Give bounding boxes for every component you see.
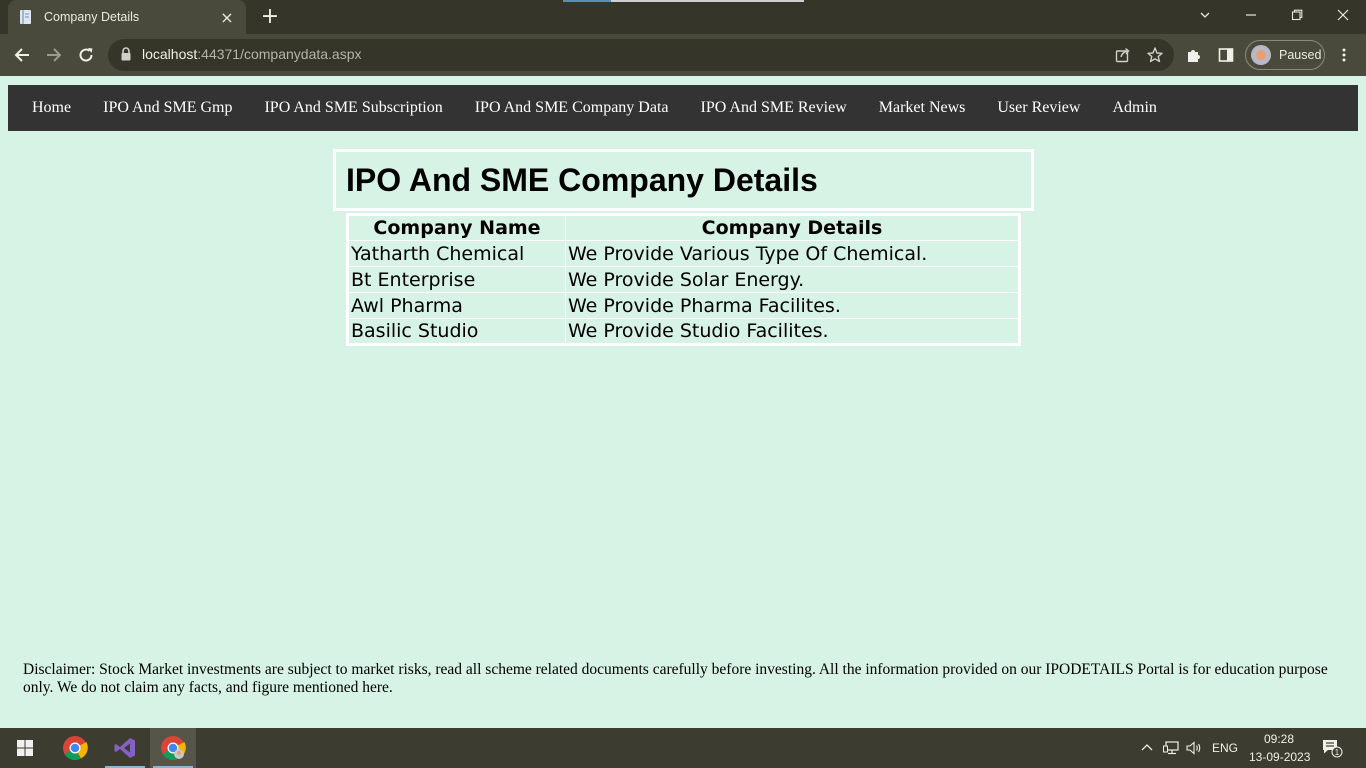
nav-ipo-sme-review[interactable]: IPO And SME Review xyxy=(685,85,863,131)
company-details-table: Company Name Company Details Yatharth Ch… xyxy=(346,213,1021,346)
chrome-profile-taskbar-icon[interactable] xyxy=(150,728,196,768)
avatar xyxy=(1251,45,1271,65)
tab-search-icon[interactable] xyxy=(1182,0,1228,30)
nav-market-news[interactable]: Market News xyxy=(863,85,982,131)
table-row: Basilic Studio We Provide Studio Facilit… xyxy=(347,318,1020,345)
disclaimer-text: Disclaimer: Stock Market investments are… xyxy=(23,661,1328,696)
column-header-company-details: Company Details xyxy=(565,214,1020,241)
company-name-cell: Basilic Studio xyxy=(347,318,566,345)
company-details-cell: We Provide Pharma Facilites. xyxy=(565,292,1020,319)
url-path: :44371/companydata.aspx xyxy=(197,46,362,62)
browser-tab-active[interactable]: Company Details × xyxy=(8,0,246,34)
new-tab-icon[interactable]: + xyxy=(258,4,282,30)
side-panel-icon[interactable] xyxy=(1214,43,1238,67)
chrome-taskbar-icon[interactable] xyxy=(52,728,98,768)
page-icon xyxy=(20,10,31,24)
browser-tabstrip: Company Details × + xyxy=(0,0,1366,34)
forward-arrow-icon[interactable] xyxy=(42,43,66,67)
tab-title: Company Details xyxy=(44,10,140,24)
nav-ipo-sme-company-data[interactable]: IPO And SME Company Data xyxy=(459,85,685,131)
volume-icon[interactable] xyxy=(1183,728,1205,768)
url-text[interactable]: localhost:44371/companydata.aspx xyxy=(142,46,362,62)
table-row: Bt Enterprise We Provide Solar Energy. xyxy=(347,266,1020,293)
network-icon[interactable] xyxy=(1160,728,1182,768)
page-heading-box: IPO And SME Company Details xyxy=(333,149,1034,211)
nav-user-review[interactable]: User Review xyxy=(981,85,1096,131)
back-arrow-icon[interactable] xyxy=(10,43,34,67)
page-title: IPO And SME Company Details xyxy=(346,162,818,198)
browser-menu-icon[interactable] xyxy=(1332,43,1356,67)
column-header-company-name: Company Name xyxy=(347,214,566,241)
company-details-cell: We Provide Studio Facilites. xyxy=(565,318,1020,345)
lock-icon xyxy=(121,47,131,61)
bookmark-star-icon[interactable] xyxy=(1146,46,1164,64)
company-name-cell: Bt Enterprise xyxy=(347,266,566,293)
table-row: Awl Pharma We Provide Pharma Facilites. xyxy=(347,292,1020,319)
nav-ipo-sme-gmp[interactable]: IPO And SME Gmp xyxy=(87,85,248,131)
company-name-cell: Yatharth Chemical xyxy=(347,240,566,267)
notification-count: 1 xyxy=(1335,748,1340,757)
windows-start-icon[interactable] xyxy=(2,728,48,768)
company-name-cell: Awl Pharma xyxy=(347,292,566,319)
tabstrip-accent xyxy=(563,0,611,2)
visual-studio-taskbar-icon[interactable] xyxy=(102,728,148,768)
tabstrip-accent-light xyxy=(611,0,804,2)
tray-overflow-chevron-icon[interactable] xyxy=(1136,728,1158,768)
restore-icon[interactable] xyxy=(1274,0,1320,30)
minimize-icon[interactable] xyxy=(1228,0,1274,30)
address-bar[interactable]: localhost:44371/companydata.aspx xyxy=(108,39,1174,71)
language-indicator[interactable]: ENG xyxy=(1212,741,1238,755)
url-host: localhost xyxy=(142,46,198,62)
profile-status: Paused xyxy=(1279,48,1322,62)
nav-home[interactable]: Home xyxy=(16,85,87,131)
table-row: Yatharth Chemical We Provide Various Typ… xyxy=(347,240,1020,267)
tab-close-icon[interactable]: × xyxy=(218,8,236,27)
extensions-puzzle-icon[interactable] xyxy=(1182,43,1206,67)
nav-ipo-sme-subscription[interactable]: IPO And SME Subscription xyxy=(248,85,458,131)
reload-icon[interactable] xyxy=(74,43,98,67)
share-icon[interactable] xyxy=(1114,46,1132,64)
table-header-row: Company Name Company Details xyxy=(347,214,1020,241)
company-details-cell: We Provide Solar Energy. xyxy=(565,266,1020,293)
browser-toolbar: localhost:44371/companydata.aspx Paused xyxy=(0,34,1366,76)
clock-date[interactable]: 13-09-2023 xyxy=(1249,750,1310,764)
site-nav: Home IPO And SME Gmp IPO And SME Subscri… xyxy=(8,85,1358,131)
profile-button[interactable]: Paused xyxy=(1245,40,1325,70)
nav-admin[interactable]: Admin xyxy=(1096,85,1172,131)
company-details-cell: We Provide Various Type Of Chemical. xyxy=(565,240,1020,267)
close-window-icon[interactable] xyxy=(1320,0,1366,30)
taskbar: ENG 09:28 13-09-2023 1 xyxy=(0,728,1366,768)
clock-time[interactable]: 09:28 xyxy=(1264,732,1294,746)
notification-center-icon[interactable]: 1 xyxy=(1312,728,1352,768)
